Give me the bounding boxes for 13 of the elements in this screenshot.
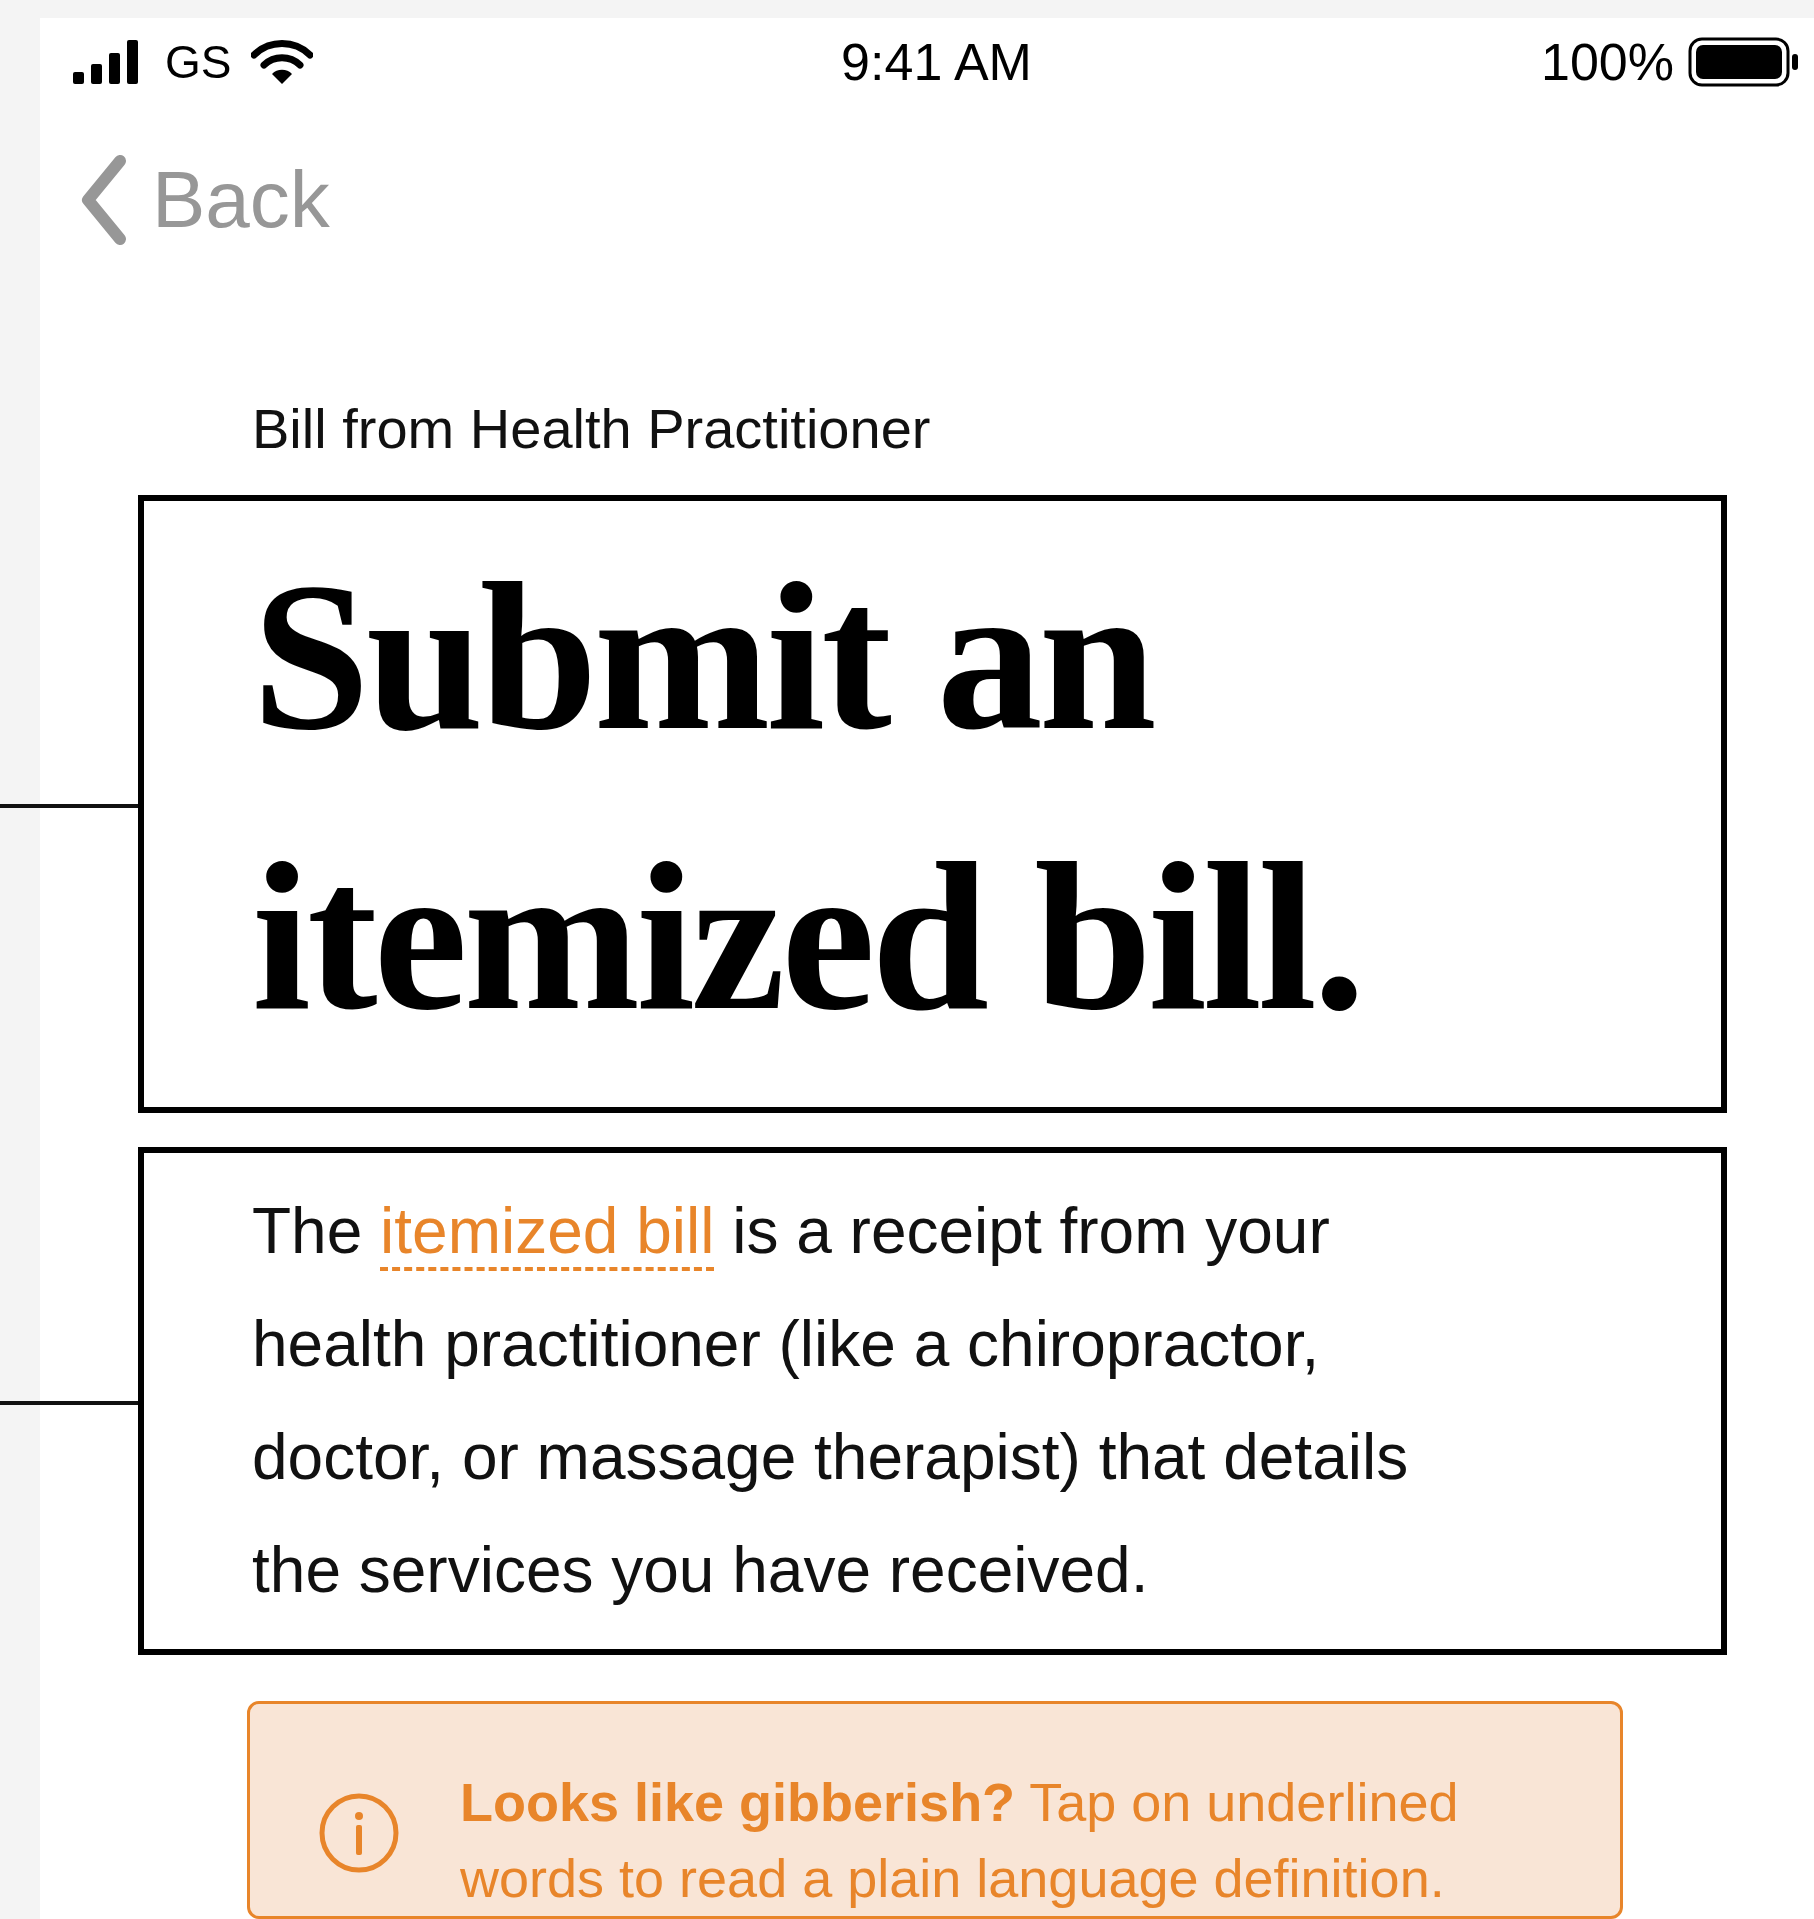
battery-icon	[1688, 37, 1800, 87]
page-heading: Submit an itemized bill.	[252, 538, 1363, 1056]
status-time: 9:41 AM	[841, 32, 1032, 92]
section-label: Bill from Health Practitioner	[252, 396, 932, 461]
info-icon	[318, 1792, 400, 1874]
back-button[interactable]: Back	[80, 154, 330, 246]
tip-text: Looks like gibberish? Tap on underlined words to read a plain language definition.	[460, 1771, 1460, 1910]
description-paragraph: The itemized bill is a receipt from your health practitioner (like a chiropractor, doctor, or massage therapist) that details the services you have received.	[252, 1194, 1410, 1608]
wifi-icon	[251, 40, 314, 84]
carrier-name: GS	[165, 35, 232, 89]
battery-percent: 100%	[1541, 32, 1674, 92]
back-chevron-icon	[80, 155, 126, 245]
term-link[interactable]: itemized bill	[380, 1195, 715, 1271]
